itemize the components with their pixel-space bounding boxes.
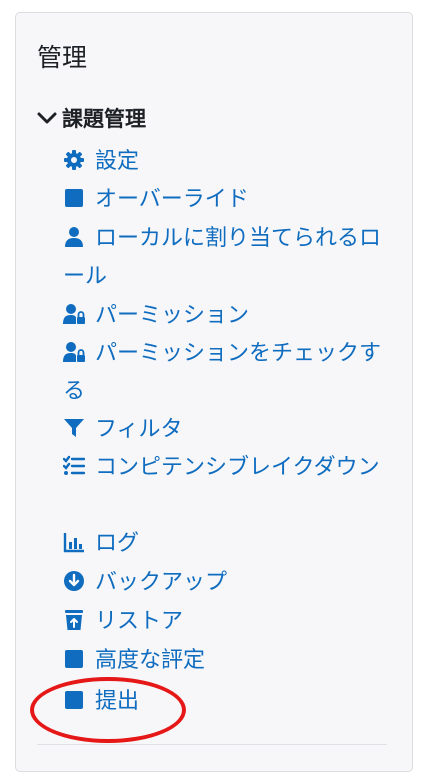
user-icon: [65, 227, 83, 247]
list-check-icon: [63, 455, 85, 475]
trash-restore-icon: [65, 610, 83, 630]
divider: [37, 744, 387, 745]
chevron-down-icon: [37, 112, 57, 124]
menu-item-label: 設定: [95, 149, 140, 174]
square-icon: [65, 691, 83, 709]
menu-item-label: ローカルに割り当てられるロール: [63, 226, 382, 289]
menu-item-logs[interactable]: ログ: [63, 525, 393, 563]
menu-item-label: フィルタ: [95, 417, 183, 442]
menu-item-local-roles[interactable]: ローカルに割り当てられるロール: [63, 220, 393, 296]
filter-icon: [64, 419, 84, 437]
square-icon: [65, 189, 83, 207]
download-circle-icon: [64, 571, 84, 591]
menu-item-label: 提出: [95, 689, 140, 714]
menu-item-label: オーバーライド: [95, 187, 249, 212]
menu-item-label: 高度な評定: [95, 648, 206, 673]
menu-item-advanced-grading[interactable]: 高度な評定: [63, 642, 393, 680]
menu-item-restore[interactable]: リストア: [63, 603, 393, 641]
menu-item-check-permissions[interactable]: パーミッションをチェックする: [63, 335, 393, 411]
menu-item-label: パーミッションをチェックする: [63, 341, 382, 404]
square-icon: [65, 650, 83, 668]
gear-icon: [64, 150, 84, 170]
user-lock-icon: [63, 304, 85, 324]
menu-item-label: リストア: [95, 609, 184, 634]
menu-item-submissions[interactable]: 提出: [63, 683, 393, 721]
user-lock-icon: [63, 342, 85, 362]
menu-item-label: ログ: [95, 531, 140, 556]
menu-item-settings[interactable]: 設定: [63, 143, 393, 181]
menu-item-permissions[interactable]: パーミッション: [63, 297, 393, 335]
menu-item-overrides[interactable]: オーバーライド: [63, 181, 393, 219]
block-title: 管理: [37, 43, 88, 72]
section-toggle-assignment-admin[interactable]: 課題管理: [36, 102, 146, 134]
menu-item-label: コンピテンシブレイクダウン: [95, 455, 380, 480]
section-label: 課題管理: [62, 107, 146, 131]
bar-chart-icon: [63, 533, 84, 553]
menu-item-backup[interactable]: バックアップ: [63, 564, 393, 602]
menu-item-label: バックアップ: [95, 570, 228, 595]
menu-item-label: パーミッション: [95, 303, 250, 328]
menu-item-competency-breakdown[interactable]: コンピテンシブレイクダウン: [63, 449, 393, 487]
menu-item-filters[interactable]: フィルタ: [63, 411, 393, 449]
